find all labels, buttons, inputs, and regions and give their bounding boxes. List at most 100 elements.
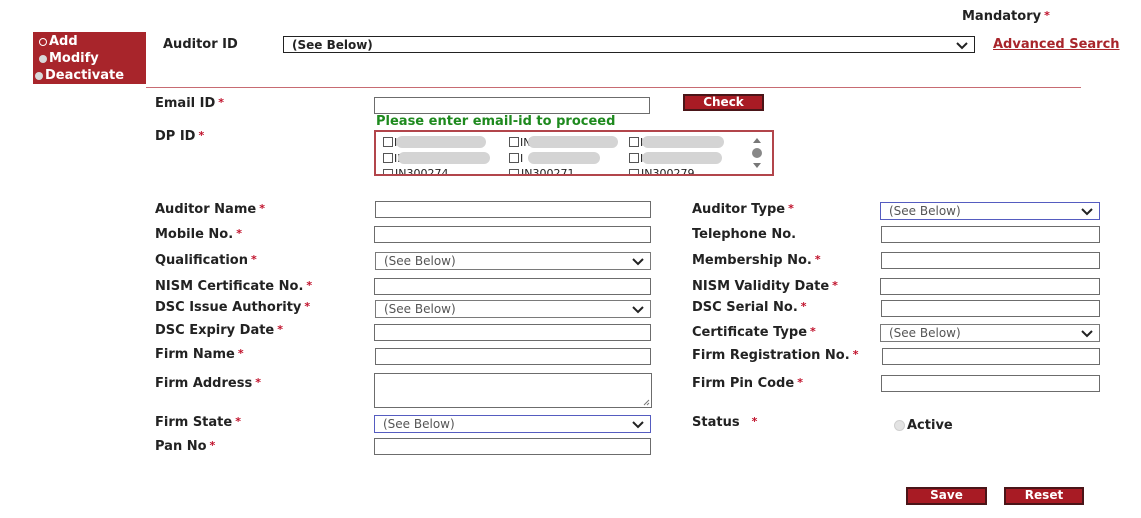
radio-deactivate[interactable] <box>35 71 43 80</box>
dp-checkbox[interactable] <box>629 169 639 174</box>
auditor-id-value: (See Below) <box>292 38 373 52</box>
dp-item-text: IN300274 <box>395 167 449 176</box>
header-divider <box>146 87 1081 88</box>
mobile-field[interactable] <box>374 226 651 243</box>
email-field[interactable] <box>374 97 650 114</box>
auditor-type-select[interactable]: (See Below) <box>880 202 1100 220</box>
chevron-down-icon <box>632 306 644 314</box>
telephone-field[interactable] <box>881 226 1100 243</box>
check-button[interactable]: Check <box>683 94 764 111</box>
auditor-id-select[interactable]: (See Below) <box>283 36 975 53</box>
chevron-down-icon <box>956 42 968 50</box>
required-asterisk: * <box>277 323 284 336</box>
dp-checkbox[interactable] <box>383 153 393 163</box>
cert-type-select[interactable]: (See Below) <box>880 324 1100 342</box>
mode-label-modify: Modify <box>49 51 99 66</box>
dp-checkbox[interactable] <box>383 137 393 147</box>
auditor-type-text: Auditor Type <box>692 202 786 217</box>
firm-name-field[interactable] <box>375 348 651 365</box>
status-active-option[interactable]: Active <box>894 418 953 433</box>
reset-button[interactable]: Reset <box>1004 487 1084 505</box>
membership-field[interactable] <box>881 252 1100 269</box>
required-asterisk: * <box>235 415 241 428</box>
resize-handle-icon[interactable] <box>642 398 650 406</box>
qualification-value: (See Below) <box>384 254 456 268</box>
firm-address-label: Firm Address * <box>155 376 261 391</box>
firm-state-text: Firm State <box>155 415 233 430</box>
firm-reg-text: Firm Registration No. <box>692 348 850 363</box>
qualification-select[interactable]: (See Below) <box>375 252 651 270</box>
pan-field[interactable] <box>374 438 651 455</box>
firm-pin-text: Firm Pin Code <box>692 376 795 391</box>
advanced-search-link[interactable]: Advanced Search <box>993 37 1120 52</box>
firm-state-select[interactable]: (See Below) <box>374 415 651 433</box>
membership-text: Membership No. <box>692 253 812 268</box>
required-asterisk: * <box>259 202 265 215</box>
save-button[interactable]: Save <box>906 487 987 505</box>
mode-option-deactivate[interactable]: Deactivate <box>35 68 124 83</box>
dsc-issue-label: DSC Issue Authority * <box>155 300 310 315</box>
mode-label-add: Add <box>49 34 78 49</box>
dsc-serial-field[interactable] <box>881 300 1100 317</box>
required-asterisk: * <box>218 96 225 109</box>
scrollbar[interactable] <box>750 134 764 172</box>
email-label-text: Email ID <box>155 96 216 111</box>
dp-id-list[interactable]: IN IN I IN I I IN300274 IN300271 IN30027… <box>374 130 774 176</box>
nism-cert-label: NISM Certificate No. * <box>155 279 312 294</box>
required-asterisk: * <box>810 325 816 338</box>
radio-active[interactable] <box>894 420 905 431</box>
auditor-name-field[interactable] <box>375 201 651 218</box>
required-asterisk: * <box>852 348 859 361</box>
pan-text: Pan No <box>155 439 207 454</box>
nism-cert-field[interactable] <box>374 278 651 295</box>
required-asterisk: * <box>209 439 216 452</box>
dp-item-text: IN300271 <box>521 167 575 176</box>
firm-pin-field[interactable] <box>881 375 1100 392</box>
required-asterisk: * <box>832 279 838 292</box>
dsc-issue-select[interactable]: (See Below) <box>375 300 651 318</box>
qualification-text: Qualification <box>155 253 248 268</box>
dp-checkbox[interactable] <box>509 153 519 163</box>
required-asterisk: * <box>255 376 261 389</box>
auditor-type-value: (See Below) <box>889 204 961 218</box>
dp-id-label: DP ID * <box>155 129 204 144</box>
cert-type-label: Certificate Type * <box>692 325 816 340</box>
mode-selector: Add Modify Deactivate <box>33 32 146 84</box>
firm-reg-field[interactable] <box>882 348 1100 365</box>
radio-modify[interactable] <box>39 54 47 63</box>
dp-checkbox[interactable] <box>629 137 639 147</box>
dp-item-text: IN300279 <box>641 167 695 176</box>
firm-address-textarea[interactable] <box>374 373 652 408</box>
firm-state-value: (See Below) <box>383 417 455 431</box>
redacted-text <box>528 136 618 148</box>
redacted-text <box>396 136 486 148</box>
auditor-type-label: Auditor Type * <box>692 202 794 217</box>
dp-checkbox[interactable] <box>383 169 393 174</box>
dp-checkbox[interactable] <box>509 169 519 174</box>
mobile-text: Mobile No. <box>155 227 234 242</box>
dp-checkbox[interactable] <box>629 153 639 163</box>
nism-validity-text: NISM Validity Date <box>692 279 830 294</box>
radio-add[interactable] <box>39 37 47 46</box>
chevron-down-icon <box>1081 208 1093 216</box>
nism-validity-label: NISM Validity Date * <box>692 279 838 294</box>
mode-option-add[interactable]: Add <box>39 34 78 49</box>
firm-pin-label: Firm Pin Code * <box>692 376 803 391</box>
dp-item-text: I <box>520 152 524 165</box>
required-asterisk: * <box>304 300 311 313</box>
dp-checkbox[interactable] <box>509 137 519 147</box>
chevron-down-icon <box>1081 330 1093 338</box>
firm-address-text: Firm Address <box>155 376 253 391</box>
nism-validity-field[interactable] <box>880 278 1100 295</box>
required-asterisk: * <box>236 227 242 240</box>
dp-id-label-text: DP ID <box>155 129 196 144</box>
mode-option-modify[interactable]: Modify <box>39 51 99 66</box>
mandatory-note: Mandatory * <box>962 9 1050 24</box>
telephone-label: Telephone No. <box>692 227 797 242</box>
dsc-issue-text: DSC Issue Authority <box>155 300 302 315</box>
redacted-text <box>642 136 724 148</box>
required-asterisk: * <box>800 300 807 313</box>
auditor-name-text: Auditor Name <box>155 202 257 217</box>
dsc-expiry-field[interactable] <box>374 324 651 341</box>
firm-name-text: Firm Name <box>155 347 235 362</box>
